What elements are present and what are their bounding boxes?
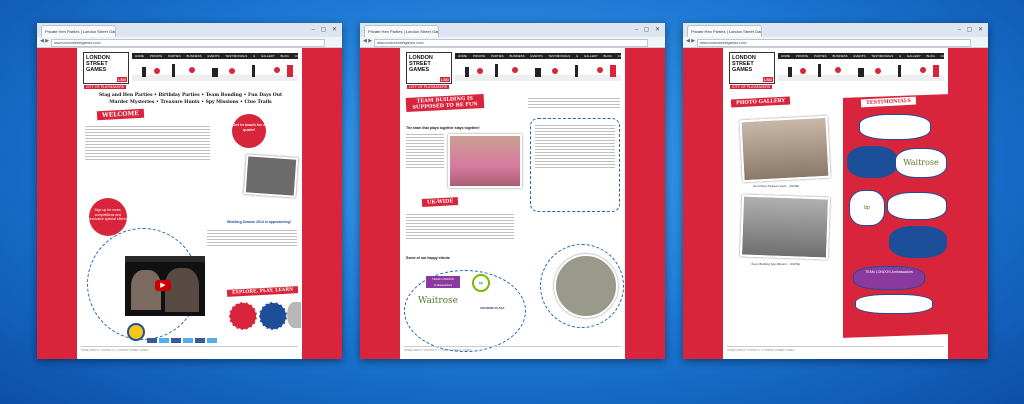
browser-tab[interactable]: Private Hen Parties | London Street Game… (41, 25, 116, 37)
client-logo-team-london: TEAM LONDON Ambassadors (426, 276, 460, 288)
client-logo-crowne-plaza: CROWNE PLAZA (480, 306, 505, 310)
testimonial-bubble-4 (889, 226, 947, 258)
gallery-caption-2: Team Building Spy Mission... (DATE) (751, 262, 801, 266)
waitrose-bubble: Waitrose (895, 148, 947, 178)
question-list (530, 118, 620, 212)
browser-window-home: Private Hen Parties | London Street Game… (37, 23, 342, 359)
back-forward-icon[interactable]: ◀ ▶ (40, 38, 49, 44)
gallery-photo-1[interactable] (739, 115, 831, 183)
address-bar: ◀ ▶ www.londonstreetgames.com/ (37, 37, 342, 48)
photo-gallery-banner: PHOTO GALLERY (730, 96, 791, 108)
intro-text (528, 96, 620, 110)
web-page: LONDON STREET GAMES LSG CITY OF PLAYMAKERS… (37, 48, 342, 359)
browser-tabstrip: Private Hen Parties | London Street Game… (37, 23, 342, 38)
uk-wide-banner: UK-WIDE (421, 197, 459, 207)
window-controls[interactable]: – ▢ ✕ (958, 26, 985, 33)
top-navigation[interactable]: HOME PRIVATE PARTIES BUSINESS EVENTS TES… (455, 53, 621, 59)
activity-icon-grey[interactable] (287, 302, 301, 328)
browser-tabstrip: Private Hen Parties | London Street Game… (683, 23, 988, 38)
bp-bubble: bp (849, 190, 885, 226)
dashed-path (540, 244, 624, 328)
address-bar: ◀ ▶ www.londonstreetgames.com/ (360, 37, 665, 48)
footer: HOME | ABOUT | CONTACT | © LONDON STREET… (404, 346, 621, 355)
client-logo-waitrose: Waitrose (418, 296, 458, 306)
address-bar: ◀ ▶ www.londonstreetgames.com/ (683, 37, 988, 48)
portrait-photo (243, 154, 299, 198)
top-navigation[interactable]: HOME PRIVATE PARTIES BUSINESS EVENTS TES… (132, 53, 298, 59)
lsg-logo[interactable]: LONDON STREET GAMES LSG CITY OF PLAYMAKERS (83, 52, 129, 89)
url-field[interactable]: www.londonstreetgames.com/ (374, 39, 648, 47)
clients-heading: Some of our happy clients (406, 256, 450, 260)
web-page: LONDON STREET GAMES LSG CITY OF PLAYMAKERS… (683, 48, 988, 359)
gallery-photo-2[interactable] (739, 194, 831, 260)
top-navigation[interactable]: HOME PRIVATE PARTIES BUSINESS EVENTS TES… (778, 53, 944, 59)
back-forward-icon[interactable]: ◀ ▶ (686, 38, 695, 44)
url-field[interactable]: www.londonstreetgames.com/ (51, 39, 325, 47)
video-player[interactable]: ▶ (125, 256, 205, 316)
lsg-logo[interactable]: LONDON STREET GAMES LSG CITY OF PLAYMAKERS (406, 52, 452, 89)
play-icon[interactable]: ▶ (155, 280, 171, 291)
browser-window-team-building: Private Hen Parties | London Street Game… (360, 23, 665, 359)
testimonial-bubble-2 (847, 146, 897, 178)
headline: Stag and Hen Parties • Birthday Parties … (98, 93, 283, 105)
activity-icon-red[interactable] (229, 302, 257, 330)
welcome-text (85, 124, 210, 162)
lsg-logo[interactable]: LONDON STREET GAMES LSG CITY OF PLAYMAKERS (729, 52, 775, 89)
team-london-bubble: TEAM LONDON Ambassadors (853, 266, 925, 290)
window-controls[interactable]: – ▢ ✕ (635, 26, 662, 33)
activity-icon-blue[interactable] (259, 302, 287, 330)
skyline-illustration (778, 64, 944, 81)
back-forward-icon[interactable]: ◀ ▶ (363, 38, 372, 44)
skyline-illustration (132, 64, 298, 81)
testimonial-bubble-3 (887, 192, 947, 220)
welcome-banner: WELCOME (96, 108, 144, 121)
testimonial-bubble-1 (859, 114, 931, 140)
uk-wide-text (406, 212, 514, 241)
clients-dashed-frame (404, 270, 526, 352)
social-buttons[interactable] (147, 338, 217, 343)
footer: HOME | ABOUT | CONTACT | © LONDON STREET… (81, 346, 298, 355)
testimonial-bubble-5 (855, 294, 933, 314)
team-building-banner: TEAM BUILDING IS SUPPOSED TO BE FUN (405, 93, 485, 113)
gallery-caption-1: Hen Party Treasure Hunt... (DATE) (753, 184, 800, 188)
page-content: LONDON STREET GAMES LSG CITY OF PLAYMAKERS… (400, 48, 625, 359)
team-group-photo (448, 134, 522, 188)
browser-window-gallery: Private Hen Parties | London Street Game… (683, 23, 988, 359)
browser-tab[interactable]: Private Hen Parties | London Street Game… (687, 25, 762, 37)
browser-tab[interactable]: Private Hen Parties | London Street Game… (364, 25, 439, 37)
get-in-touch-badge[interactable]: Get in touch for a quote! (232, 114, 266, 148)
client-logo-bp: bp (472, 274, 490, 292)
page-content: LONDON STREET GAMES LSG CITY OF PLAYMAKERS… (77, 48, 302, 359)
team-building-text (406, 132, 444, 170)
footer: HOME | ABOUT | CONTACT | © LONDON STREET… (727, 346, 944, 355)
wedding-text (207, 228, 297, 248)
explore-banner: EXPLORE, PLAY, LEARN (226, 286, 299, 297)
wedding-season-link[interactable]: Wedding Season 2014 is approaching! (227, 220, 291, 224)
url-field[interactable]: www.londonstreetgames.com/ (697, 39, 971, 47)
web-page: LONDON STREET GAMES LSG CITY OF PLAYMAKERS… (360, 48, 665, 359)
award-badge (127, 323, 145, 341)
page-content: LONDON STREET GAMES LSG CITY OF PLAYMAKERS… (723, 48, 948, 359)
window-controls[interactable]: – ▢ ✕ (312, 26, 339, 33)
subheading: The team that plays together stays toget… (406, 126, 480, 130)
skyline-illustration (455, 64, 621, 81)
browser-tabstrip: Private Hen Parties | London Street Game… (360, 23, 665, 38)
newsletter-signup-badge[interactable]: Sign up for news, competitions and exclu… (89, 198, 127, 236)
